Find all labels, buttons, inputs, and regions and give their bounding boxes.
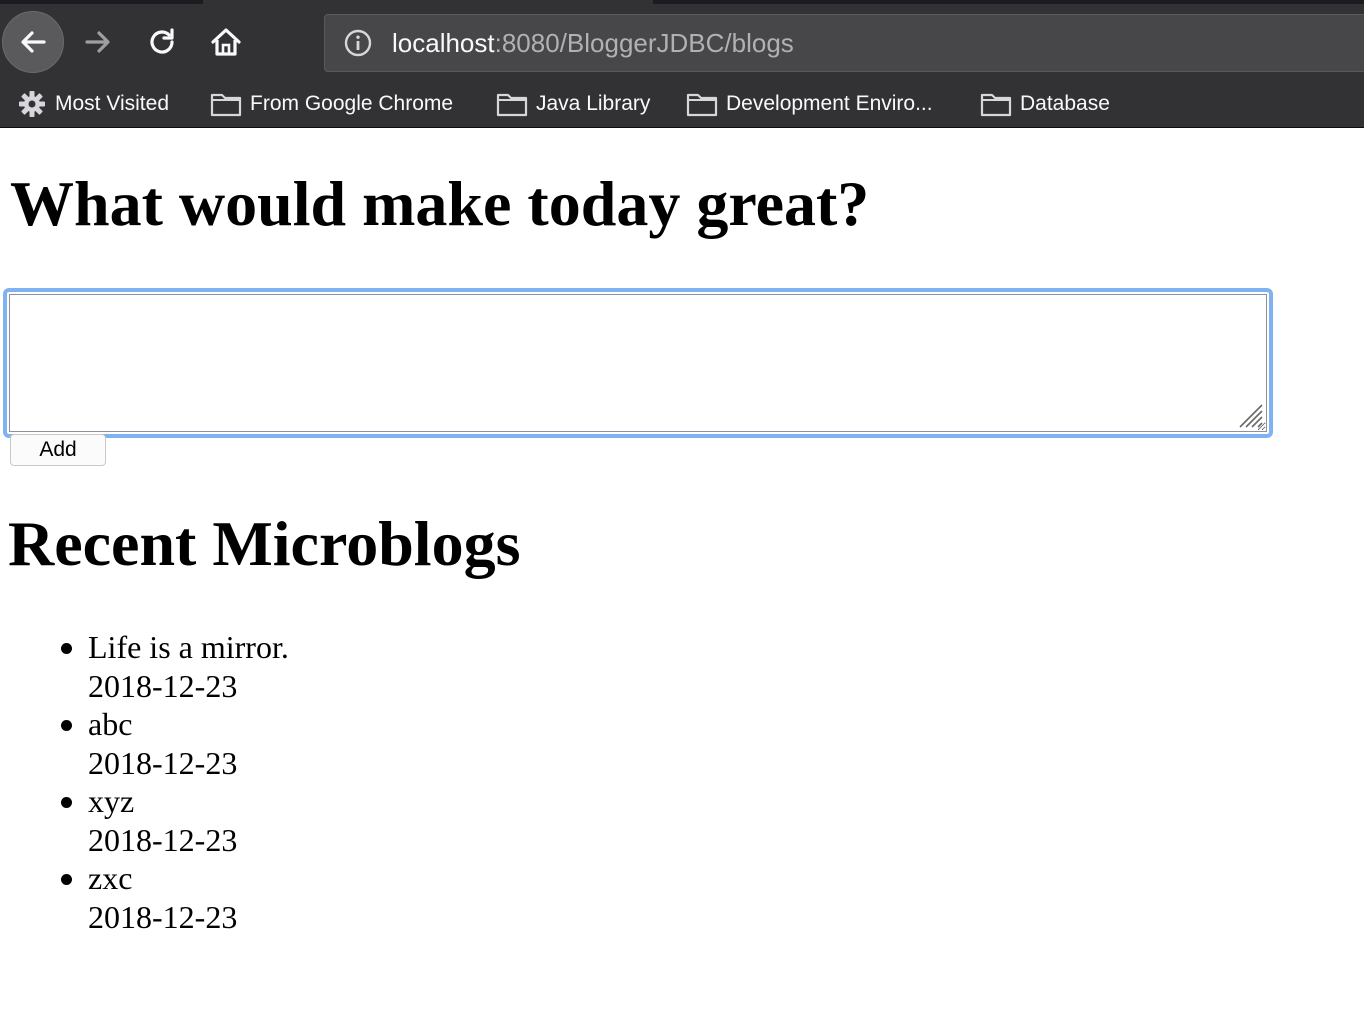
browser-toolbar: localhost:8080/BloggerJDBC/blogs Most Vi… [0,0,1364,128]
tab-strip [0,0,1364,4]
page-title: What would make today great? [10,168,870,239]
blog-date: 2018-12-23 [88,898,238,935]
bookmark-label: From Google Chrome [250,92,454,115]
recent-heading: Recent Microblogs [8,508,521,579]
blog-input-focus-ring [3,288,1273,438]
bookmark-folder-java-library[interactable]: Java Library [496,82,650,126]
active-tab[interactable] [203,0,653,4]
bookmark-folder-database[interactable]: Database [980,82,1110,126]
bookmarks-bar: Most Visited From Google Chrome Java Lib… [0,82,1364,126]
back-button[interactable] [2,11,64,73]
bookmark-most-visited[interactable]: Most Visited [17,82,169,126]
arrow-left-icon [21,31,46,53]
blog-text: zxc [88,860,133,896]
bullet-icon [61,643,72,654]
blog-date: 2018-12-23 [88,667,238,704]
blog-textarea[interactable] [9,294,1267,432]
blog-date: 2018-12-23 [88,821,238,858]
list-item: xyz 2018-12-23 [0,782,289,859]
url-host: localhost [392,28,495,58]
url-path: :8080/BloggerJDBC/blogs [494,28,794,58]
blog-text: Life is a mirror. [88,629,289,665]
url-text[interactable]: localhost:8080/BloggerJDBC/blogs [392,27,794,59]
reload-icon [150,28,174,54]
gear-icon [19,91,45,117]
blog-text: abc [88,706,133,742]
list-item: zxc 2018-12-23 [0,859,289,936]
info-icon[interactable] [343,28,373,58]
folder-icon [496,93,528,117]
folder-icon [980,93,1012,117]
forward-button[interactable] [68,12,128,72]
blog-date: 2018-12-23 [88,744,238,781]
list-item: abc 2018-12-23 [0,705,289,782]
bullet-icon [61,797,72,808]
bookmark-label: Database [1020,92,1110,115]
folder-icon [686,93,718,117]
home-icon [211,28,241,56]
bookmark-label: Java Library [536,92,651,115]
address-bar[interactable]: localhost:8080/BloggerJDBC/blogs [324,14,1364,72]
folder-icon [210,93,242,117]
bookmark-folder-development-environment[interactable]: Development Enviro... [686,82,933,126]
bookmark-folder-from-google-chrome[interactable]: From Google Chrome [210,82,453,126]
blog-list: Life is a mirror. 2018-12-23 abc 2018-12… [0,628,289,936]
bookmark-label: Development Enviro... [726,92,933,115]
bookmark-label: Most Visited [55,92,169,115]
arrow-right-icon [85,31,110,53]
list-item: Life is a mirror. 2018-12-23 [0,628,289,705]
bullet-icon [61,874,72,885]
add-button[interactable]: Add [10,434,106,466]
home-button[interactable] [196,12,256,72]
bullet-icon [61,720,72,731]
blog-text: xyz [88,783,135,819]
reload-button[interactable] [132,12,192,72]
page-content: What would make today great? Add Recent … [0,128,1364,1024]
